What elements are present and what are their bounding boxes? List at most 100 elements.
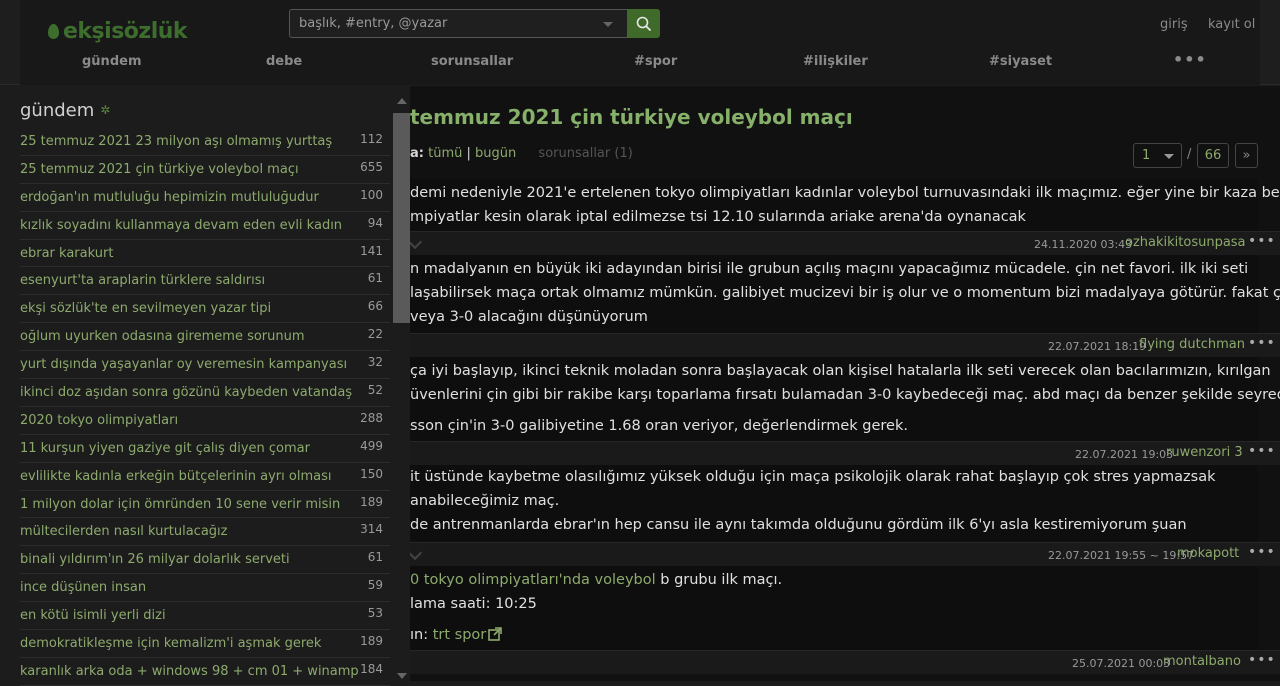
- list-item[interactable]: esenyurt'ta araplarin türklere saldırısı…: [20, 267, 390, 296]
- list-item[interactable]: ince düşünen insan 59: [20, 574, 390, 603]
- page-separator: /: [1187, 147, 1192, 162]
- page-select[interactable]: 1: [1133, 143, 1182, 168]
- more-options-icon[interactable]: •••: [1248, 335, 1276, 351]
- entry-author[interactable]: flying dutchman: [1139, 337, 1245, 352]
- topic-title[interactable]: karanlık arka oda + windows 98 + cm 01 +…: [20, 664, 359, 679]
- list-item[interactable]: evlilikte kadınla erkeğin bütçelerinin a…: [20, 463, 390, 491]
- sorunsallar-link[interactable]: sorunsallar (1): [538, 146, 632, 161]
- entry: ça iyi başlayıp, ikinci teknik moladan s…: [410, 357, 1280, 441]
- list-item[interactable]: 11 kurşun yiyen gaziye git çalış diyen ç…: [20, 435, 390, 463]
- search-input[interactable]: [290, 10, 590, 37]
- next-page-button[interactable]: »: [1235, 143, 1258, 168]
- scroll-down-icon[interactable]: [397, 673, 407, 679]
- entry-author[interactable]: ozhakikitosunpasa: [1125, 235, 1246, 250]
- topic-title[interactable]: 2020 tokyo olimpiyatları: [20, 413, 178, 428]
- topic-title[interactable]: 25 temmuz 2021 23 milyon aşı olmamış yur…: [20, 134, 332, 149]
- nav-siyaset[interactable]: #siyaset: [989, 54, 1052, 69]
- filter-all-link[interactable]: tümü: [428, 146, 462, 161]
- topic-title[interactable]: ebrar karakurt: [20, 246, 113, 261]
- topic-title[interactable]: kızlık soyadını kullanmaya devam eden ev…: [20, 218, 342, 233]
- list-item[interactable]: yurt dışında yaşayanlar oy veremesin kam…: [20, 351, 390, 380]
- topic-title[interactable]: ikinci doz aşıdan sonra gözünü kaybeden …: [20, 385, 352, 400]
- chevron-down-icon[interactable]: [410, 234, 423, 250]
- list-item[interactable]: 1 milyon dolar için ömründen 10 sene ver…: [20, 491, 390, 519]
- more-options-icon[interactable]: •••: [1248, 652, 1276, 668]
- topic-count: 94: [367, 215, 383, 230]
- entry-date[interactable]: 25.07.2021 00:03: [1072, 657, 1170, 670]
- scrollbar-thumb[interactable]: [393, 113, 410, 323]
- external-link-icon[interactable]: [488, 627, 503, 641]
- topic-title[interactable]: demokratikleşme için kemalizm'i aşmak ge…: [20, 636, 321, 651]
- list-item[interactable]: binali yıldırım'ın 26 milyar dolarlık se…: [20, 546, 390, 575]
- entry-date[interactable]: 22.07.2021 19:03: [1075, 448, 1173, 461]
- list-item[interactable]: kızlık soyadını kullanmaya devam eden ev…: [20, 212, 390, 240]
- list-item[interactable]: 25 temmuz 2021 çin türkiye voleybol maçı…: [20, 156, 390, 184]
- topic-title[interactable]: mültecilerden nasıl kurtulacağız: [20, 524, 227, 539]
- topic-title-heading[interactable]: temmuz 2021 çin türkiye voleybol maçı: [410, 105, 853, 129]
- list-item[interactable]: ebrar karakurt 141: [20, 240, 390, 268]
- topic-title[interactable]: 1 milyon dolar için ömründen 10 sene ver…: [20, 497, 340, 512]
- topic-title[interactable]: binali yıldırım'ın 26 milyar dolarlık se…: [20, 552, 290, 567]
- entry-footer: 25.07.2021 00:03 montalbano •••: [410, 650, 1280, 674]
- list-item[interactable]: oğlum uyurken odasına girememe sorunum 22: [20, 323, 390, 352]
- topic-title[interactable]: en kötü isimli yerli dizi: [20, 608, 166, 623]
- nav-spor[interactable]: #spor: [634, 54, 677, 69]
- entry-date[interactable]: 24.11.2020 03:43: [1034, 238, 1132, 251]
- entry: n madalyanın en büyük iki adayından biri…: [410, 255, 1280, 333]
- nav-gundem[interactable]: gündem: [82, 54, 141, 69]
- topic-title[interactable]: 11 kurşun yiyen gaziye git çalış diyen ç…: [20, 441, 310, 456]
- list-item[interactable]: 25 temmuz 2021 23 milyon aşı olmamış yur…: [20, 128, 390, 156]
- chevron-down-icon[interactable]: [410, 545, 423, 561]
- topic-title[interactable]: ince düşünen insan: [20, 580, 146, 595]
- nav-iliskiler[interactable]: #ilişkiler: [803, 54, 868, 69]
- filter-separator: |: [466, 146, 471, 161]
- more-options-icon[interactable]: •••: [1248, 544, 1276, 560]
- more-options-icon[interactable]: •••: [1248, 443, 1276, 459]
- site-logo[interactable]: ekşisözlük: [48, 19, 188, 44]
- search-button[interactable]: [627, 9, 660, 38]
- trt-spor-link[interactable]: trt spor: [433, 627, 487, 643]
- topic-count: 61: [367, 550, 383, 565]
- entry-author[interactable]: montalbano: [1163, 654, 1241, 669]
- topic-title[interactable]: ekşi sözlük'te en sevilmeyen yazar tipi: [20, 301, 271, 316]
- nav-sorunsallar[interactable]: sorunsallar: [431, 54, 513, 69]
- sidebar: gündem ✲ 25 temmuz 2021 23 milyon aşı olm…: [0, 86, 410, 686]
- entry-internal-link[interactable]: 0 tokyo olimpiyatları'nda voleybol: [410, 572, 656, 588]
- topic-title[interactable]: oğlum uyurken odasına girememe sorunum: [20, 329, 305, 344]
- nav-debe[interactable]: debe: [266, 54, 302, 69]
- topic-title[interactable]: evlilikte kadınla erkeğin bütçelerinin a…: [20, 469, 331, 484]
- list-item[interactable]: erdoğan'ın mutluluğu hepimizin mutluluğu…: [20, 184, 390, 212]
- gear-icon[interactable]: ✲: [100, 103, 110, 117]
- filter-today-link[interactable]: bugün: [475, 146, 516, 161]
- scroll-up-icon[interactable]: [397, 98, 407, 104]
- list-item[interactable]: en kötü isimli yerli dizi 53: [20, 602, 390, 631]
- search-box[interactable]: [289, 9, 628, 38]
- entry-content: ça iyi başlayıp, ikinci teknik moladan s…: [410, 363, 1280, 434]
- nav-more-button[interactable]: •••: [1173, 50, 1207, 69]
- topic-title[interactable]: erdoğan'ın mutluluğu hepimizin mutluluğu…: [20, 190, 319, 205]
- topic-title[interactable]: 25 temmuz 2021 çin türkiye voleybol maçı: [20, 162, 299, 177]
- sidebar-scrollbar[interactable]: [393, 98, 410, 681]
- topic-list: 25 temmuz 2021 23 milyon aşı olmamış yur…: [20, 128, 390, 686]
- filter-label: a:: [410, 146, 424, 161]
- register-link[interactable]: kayıt ol: [1208, 17, 1255, 32]
- more-options-icon[interactable]: •••: [1248, 233, 1276, 249]
- list-item[interactable]: 2020 tokyo olimpiyatları 288: [20, 407, 390, 435]
- last-page-button[interactable]: 66: [1197, 143, 1229, 168]
- list-item[interactable]: mültecilerden nasıl kurtulacağız 314: [20, 518, 390, 547]
- entry-author[interactable]: mokapott: [1177, 546, 1239, 561]
- topic-count: 66: [367, 299, 383, 314]
- entry-author[interactable]: ruwenzori 3: [1166, 445, 1243, 460]
- topic-title[interactable]: yurt dışında yaşayanlar oy veremesin kam…: [20, 357, 347, 372]
- entry: demi nedeniyle 2021'e ertelenen tokyo ol…: [410, 179, 1280, 231]
- login-link[interactable]: giriş: [1160, 17, 1188, 32]
- entry-date[interactable]: 22.07.2021 19:55 ~ 19:57: [1048, 549, 1194, 562]
- entry-content: n madalyanın en büyük iki adayından biri…: [410, 261, 1280, 325]
- list-item[interactable]: ikinci doz aşıdan sonra gözünü kaybeden …: [20, 379, 390, 407]
- entry-date[interactable]: 22.07.2021 18:19: [1048, 340, 1146, 353]
- topic-title[interactable]: esenyurt'ta araplarin türklere saldırısı: [20, 273, 265, 288]
- list-item[interactable]: ekşi sözlük'te en sevilmeyen yazar tipi 6…: [20, 295, 390, 324]
- list-item[interactable]: demokratikleşme için kemalizm'i aşmak ge…: [20, 630, 390, 658]
- chevron-down-icon[interactable]: [603, 22, 613, 27]
- list-item[interactable]: karanlık arka oda + windows 98 + cm 01 +…: [20, 658, 390, 686]
